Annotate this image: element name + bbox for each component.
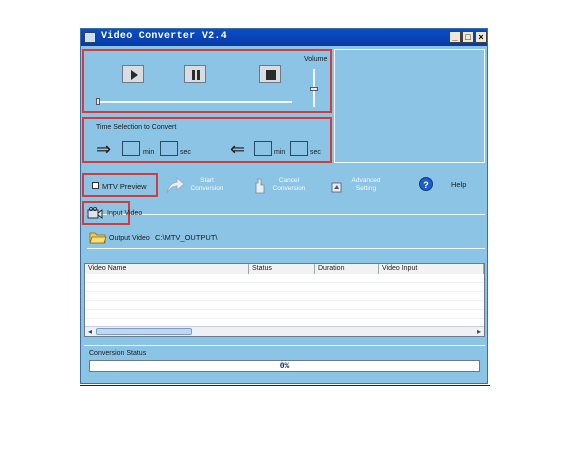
title-bar[interactable]: Video Converter V2.4 _ □ × bbox=[81, 29, 487, 46]
cancel-hand-icon bbox=[255, 178, 265, 194]
start-conversion-button[interactable]: Start Conversion bbox=[165, 175, 225, 197]
help-button[interactable]: ? Help bbox=[419, 177, 469, 193]
start-arrow-icon bbox=[166, 177, 185, 194]
start-min-label: min bbox=[143, 149, 155, 156]
minimize-button[interactable]: _ bbox=[449, 31, 461, 43]
input-video-row bbox=[87, 201, 485, 215]
advanced-setting-line2: Setting bbox=[355, 185, 377, 192]
start-min-field[interactable] bbox=[122, 141, 140, 156]
cancel-conversion-line1: Cancel bbox=[278, 177, 300, 184]
play-icon bbox=[131, 70, 138, 80]
advanced-setting-line1: Advanced bbox=[351, 177, 381, 184]
scroll-right-icon[interactable]: ▸ bbox=[474, 327, 484, 336]
mtv-preview-checkbox[interactable] bbox=[92, 182, 99, 189]
output-path: C:\MTV_OUTPUT\ bbox=[155, 233, 218, 242]
mtv-preview-label: MTV Preview bbox=[102, 182, 147, 191]
pause-button[interactable] bbox=[184, 65, 206, 83]
horizontal-scrollbar[interactable]: ◂ ▸ bbox=[85, 326, 484, 336]
maximize-button[interactable]: □ bbox=[462, 31, 474, 43]
settings-icon bbox=[331, 182, 342, 193]
arrow-right-icon: ⇒ bbox=[96, 139, 112, 159]
output-video-row[interactable]: Output Video C:\MTV_OUTPUT\ bbox=[87, 227, 485, 249]
window-title: Video Converter V2.4 bbox=[101, 31, 228, 42]
cancel-conversion-button[interactable]: Cancel Conversion bbox=[253, 175, 313, 197]
column-header-video-name[interactable]: Video Name bbox=[85, 264, 249, 274]
scroll-left-icon[interactable]: ◂ bbox=[85, 327, 95, 336]
input-video-label: Input Video bbox=[107, 210, 143, 217]
stop-icon bbox=[266, 70, 276, 80]
cancel-conversion-line2: Conversion bbox=[272, 185, 306, 192]
conversion-progress-bar: 0% bbox=[89, 360, 480, 372]
start-sec-label: sec bbox=[180, 149, 191, 156]
video-preview-area bbox=[334, 49, 485, 163]
arrow-left-icon: ⇐ bbox=[230, 139, 246, 159]
app-icon bbox=[84, 32, 96, 43]
end-min-field[interactable] bbox=[254, 141, 272, 156]
playback-panel: Volume bbox=[82, 49, 332, 113]
help-icon: ? bbox=[419, 177, 433, 191]
start-conversion-line2: Conversion bbox=[190, 185, 224, 192]
end-min-label: min bbox=[274, 149, 286, 156]
page-rule bbox=[80, 385, 490, 386]
app-window: Video Converter V2.4 _ □ × Volume Time S… bbox=[80, 28, 488, 384]
video-camera-icon bbox=[87, 207, 103, 219]
progress-text: 0% bbox=[279, 362, 290, 371]
video-table[interactable]: Video Name Status Duration Video Input ◂… bbox=[84, 263, 485, 337]
time-selection-panel: Time Selection to Convert ⇒ min sec ⇐ mi… bbox=[82, 117, 332, 163]
end-sec-field[interactable] bbox=[290, 141, 308, 156]
scrollbar-thumb[interactable] bbox=[96, 328, 192, 335]
seek-track bbox=[96, 101, 292, 103]
help-label: Help bbox=[451, 180, 467, 189]
output-video-label: Output Video bbox=[109, 235, 150, 242]
start-sec-field[interactable] bbox=[160, 141, 178, 156]
volume-label: Volume bbox=[304, 56, 328, 63]
column-header-status[interactable]: Status bbox=[249, 264, 315, 274]
seek-slider-thumb[interactable] bbox=[96, 98, 100, 105]
conversion-status-panel: Conversion Status 0% bbox=[84, 345, 485, 377]
input-video-button[interactable]: Input Video bbox=[82, 201, 142, 225]
folder-icon bbox=[89, 232, 107, 244]
time-selection-title: Time Selection to Convert bbox=[96, 124, 177, 131]
end-sec-label: sec bbox=[310, 149, 321, 156]
table-body bbox=[85, 274, 484, 326]
volume-slider-thumb[interactable] bbox=[310, 87, 318, 91]
pause-icon bbox=[192, 70, 200, 80]
close-button[interactable]: × bbox=[475, 31, 487, 43]
column-header-duration[interactable]: Duration bbox=[315, 264, 379, 274]
conversion-status-label: Conversion Status bbox=[89, 350, 147, 357]
column-header-video-input[interactable]: Video Input bbox=[379, 264, 484, 274]
stop-button[interactable] bbox=[259, 65, 281, 83]
mtv-preview-box: MTV Preview bbox=[82, 173, 158, 197]
play-button[interactable] bbox=[122, 65, 144, 83]
start-conversion-line1: Start bbox=[200, 177, 214, 184]
advanced-setting-button[interactable]: Advanced Setting bbox=[331, 175, 391, 197]
